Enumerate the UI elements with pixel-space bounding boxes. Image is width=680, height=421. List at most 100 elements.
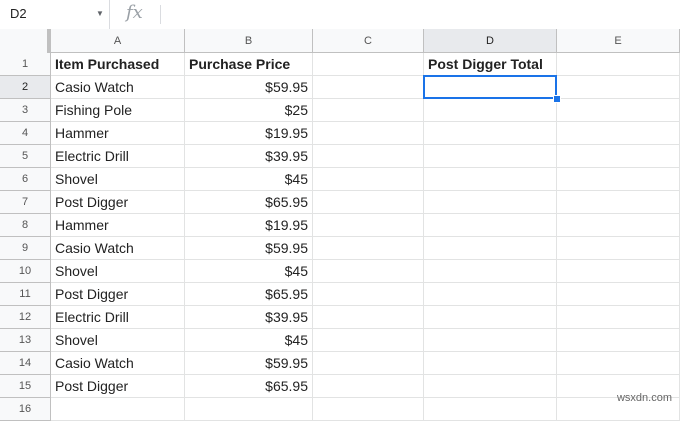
cell-e14[interactable] — [557, 352, 680, 375]
fill-handle[interactable] — [553, 95, 561, 103]
row-header[interactable]: 9 — [0, 237, 51, 260]
name-box[interactable]: D2 ▼ — [0, 0, 110, 29]
cell-b15[interactable]: $65.95 — [185, 375, 313, 398]
cell-e12[interactable] — [557, 306, 680, 329]
cell-e5[interactable] — [557, 145, 680, 168]
cell-e4[interactable] — [557, 122, 680, 145]
cell-a5[interactable]: Electric Drill — [51, 145, 185, 168]
row-header[interactable]: 6 — [0, 168, 51, 191]
cell-d5[interactable] — [424, 145, 557, 168]
cell-b16[interactable] — [185, 398, 313, 421]
cell-a14[interactable]: Casio Watch — [51, 352, 185, 375]
cell-a8[interactable]: Hammer — [51, 214, 185, 237]
row-header[interactable]: 13 — [0, 329, 51, 352]
cell-d13[interactable] — [424, 329, 557, 352]
cell-b3[interactable]: $25 — [185, 99, 313, 122]
cell-a12[interactable]: Electric Drill — [51, 306, 185, 329]
cell-b2[interactable]: $59.95 — [185, 76, 313, 99]
cell-b14[interactable]: $59.95 — [185, 352, 313, 375]
cell-d14[interactable] — [424, 352, 557, 375]
cell-b8[interactable]: $19.95 — [185, 214, 313, 237]
cell-c16[interactable] — [313, 398, 424, 421]
cell-c9[interactable] — [313, 237, 424, 260]
cell-a2[interactable]: Casio Watch — [51, 76, 185, 99]
cell-e13[interactable] — [557, 329, 680, 352]
cell-d11[interactable] — [424, 283, 557, 306]
cell-e10[interactable] — [557, 260, 680, 283]
cell-b9[interactable]: $59.95 — [185, 237, 313, 260]
cell-c10[interactable] — [313, 260, 424, 283]
cell-d2[interactable] — [424, 76, 557, 99]
cell-b7[interactable]: $65.95 — [185, 191, 313, 214]
cell-c2[interactable] — [313, 76, 424, 99]
cell-e7[interactable] — [557, 191, 680, 214]
cell-b12[interactable]: $39.95 — [185, 306, 313, 329]
cell-d15[interactable] — [424, 375, 557, 398]
cell-d6[interactable] — [424, 168, 557, 191]
row-header[interactable]: 15 — [0, 375, 51, 398]
cell-d9[interactable] — [424, 237, 557, 260]
column-header-e[interactable]: E — [557, 29, 680, 53]
cell-a1[interactable]: Item Purchased — [51, 53, 185, 76]
row-header[interactable]: 4 — [0, 122, 51, 145]
chevron-down-icon[interactable]: ▼ — [96, 9, 104, 18]
cell-c3[interactable] — [313, 99, 424, 122]
cell-a9[interactable]: Casio Watch — [51, 237, 185, 260]
cell-a16[interactable] — [51, 398, 185, 421]
cell-d3[interactable] — [424, 99, 557, 122]
cell-b13[interactable]: $45 — [185, 329, 313, 352]
cell-d7[interactable] — [424, 191, 557, 214]
cell-e6[interactable] — [557, 168, 680, 191]
row-header[interactable]: 2 — [0, 76, 51, 99]
cell-b1[interactable]: Purchase Price — [185, 53, 313, 76]
cell-d4[interactable] — [424, 122, 557, 145]
column-header-b[interactable]: B — [185, 29, 313, 53]
column-header-a[interactable]: A — [51, 29, 185, 53]
cell-e1[interactable] — [557, 53, 680, 76]
cell-c12[interactable] — [313, 306, 424, 329]
row-header[interactable]: 8 — [0, 214, 51, 237]
row-header[interactable]: 5 — [0, 145, 51, 168]
column-header-c[interactable]: C — [313, 29, 424, 53]
cell-e11[interactable] — [557, 283, 680, 306]
cell-c13[interactable] — [313, 329, 424, 352]
row-header[interactable]: 14 — [0, 352, 51, 375]
cell-c1[interactable] — [313, 53, 424, 76]
row-header[interactable]: 10 — [0, 260, 51, 283]
cell-b11[interactable]: $65.95 — [185, 283, 313, 306]
cell-a3[interactable]: Fishing Pole — [51, 99, 185, 122]
formula-input[interactable] — [170, 6, 670, 24]
cell-d1[interactable]: Post Digger Total — [424, 53, 557, 76]
cell-c8[interactable] — [313, 214, 424, 237]
cell-c4[interactable] — [313, 122, 424, 145]
cell-c11[interactable] — [313, 283, 424, 306]
cell-a7[interactable]: Post Digger — [51, 191, 185, 214]
cell-c7[interactable] — [313, 191, 424, 214]
cell-a10[interactable]: Shovel — [51, 260, 185, 283]
cell-c6[interactable] — [313, 168, 424, 191]
cell-c15[interactable] — [313, 375, 424, 398]
cell-a4[interactable]: Hammer — [51, 122, 185, 145]
cell-d16[interactable] — [424, 398, 557, 421]
cell-e3[interactable] — [557, 99, 680, 122]
cell-c14[interactable] — [313, 352, 424, 375]
cell-d8[interactable] — [424, 214, 557, 237]
cell-c5[interactable] — [313, 145, 424, 168]
cell-a15[interactable]: Post Digger — [51, 375, 185, 398]
row-header[interactable]: 16 — [0, 398, 51, 421]
cell-d10[interactable] — [424, 260, 557, 283]
cell-a13[interactable]: Shovel — [51, 329, 185, 352]
row-header[interactable]: 1 — [0, 53, 51, 76]
cell-e2[interactable] — [557, 76, 680, 99]
cell-e8[interactable] — [557, 214, 680, 237]
cell-b6[interactable]: $45 — [185, 168, 313, 191]
column-header-d[interactable]: D — [424, 29, 557, 53]
cell-d12[interactable] — [424, 306, 557, 329]
cell-b10[interactable]: $45 — [185, 260, 313, 283]
row-header[interactable]: 3 — [0, 99, 51, 122]
cell-a6[interactable]: Shovel — [51, 168, 185, 191]
row-header[interactable]: 12 — [0, 306, 51, 329]
cell-b5[interactable]: $39.95 — [185, 145, 313, 168]
row-header[interactable]: 11 — [0, 283, 51, 306]
cell-b4[interactable]: $19.95 — [185, 122, 313, 145]
